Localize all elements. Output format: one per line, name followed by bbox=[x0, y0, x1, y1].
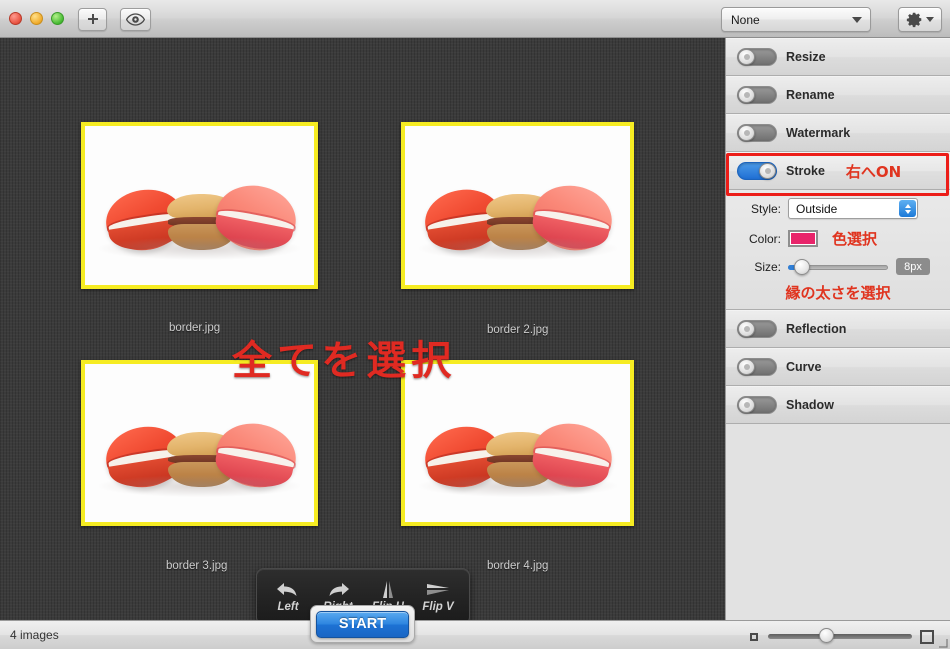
curve-toggle[interactable] bbox=[737, 358, 777, 376]
large-thumbnail-icon[interactable] bbox=[920, 630, 934, 644]
macaron-photo bbox=[85, 364, 314, 522]
annotation-size-select: 縁の太さを選択 bbox=[785, 284, 891, 302]
window-titlebar: None bbox=[0, 0, 950, 38]
resize-grip-icon[interactable] bbox=[936, 636, 948, 648]
stepper-icon[interactable] bbox=[899, 200, 916, 217]
thumbnail-label: border.jpg bbox=[169, 322, 221, 334]
stroke-label: Stroke bbox=[786, 164, 825, 178]
flip-vertical-label: Flip V bbox=[422, 601, 454, 613]
stroke-color-swatch[interactable] bbox=[788, 230, 818, 247]
rotate-left-icon bbox=[277, 583, 297, 596]
annotation-select-all: 全てを選択 bbox=[232, 338, 457, 384]
macaron-pink-icon bbox=[527, 417, 618, 495]
close-button[interactable] bbox=[9, 12, 22, 25]
rotate-right-icon bbox=[329, 583, 349, 596]
stroke-size-slider[interactable] bbox=[788, 258, 888, 275]
thumbnail-image-frame[interactable] bbox=[401, 122, 634, 289]
sidebar-row-curve[interactable]: Curve bbox=[726, 348, 950, 386]
annotation-stroke-on: 右へON bbox=[845, 162, 902, 181]
image-count-label: 4 images bbox=[10, 628, 59, 642]
thumbnail-label: border 4.jpg bbox=[487, 560, 549, 572]
slider-knob[interactable] bbox=[794, 258, 810, 275]
sidebar-row-resize[interactable]: Resize bbox=[726, 38, 950, 76]
rename-label: Rename bbox=[786, 88, 835, 102]
reflection-label: Reflection bbox=[786, 322, 847, 336]
shadow-toggle[interactable] bbox=[737, 396, 777, 414]
start-button-container: START bbox=[310, 605, 415, 643]
macaron-photo bbox=[405, 364, 630, 522]
chevron-down-icon bbox=[852, 17, 862, 23]
chevron-down-icon bbox=[926, 17, 934, 22]
thumbnail-image-frame[interactable] bbox=[81, 122, 318, 289]
watermark-toggle[interactable] bbox=[737, 124, 777, 142]
flip-vertical-icon bbox=[427, 584, 449, 595]
annotation-color-select: 色選択 bbox=[832, 230, 878, 248]
sidebar-row-shadow[interactable]: Shadow bbox=[726, 386, 950, 424]
small-thumbnail-icon[interactable] bbox=[750, 633, 758, 641]
stroke-style-field: Style: Outside bbox=[726, 198, 950, 219]
stroke-style-label: Style: bbox=[750, 201, 781, 216]
zoom-button[interactable] bbox=[51, 12, 64, 25]
resize-toggle[interactable] bbox=[737, 48, 777, 66]
stroke-toggle[interactable] bbox=[737, 162, 777, 180]
settings-menu-button[interactable] bbox=[898, 7, 942, 32]
macaron-photo bbox=[85, 126, 314, 285]
sidebar-row-watermark[interactable]: Watermark bbox=[726, 114, 950, 152]
rename-toggle[interactable] bbox=[737, 86, 777, 104]
stroke-settings-panel: Style: Outside Color: 色選択 Size: 8px 縁の太さ… bbox=[726, 190, 950, 310]
slider-knob[interactable] bbox=[819, 628, 834, 643]
sidebar-row-rename[interactable]: Rename bbox=[726, 76, 950, 114]
toggle-knob bbox=[738, 359, 755, 375]
macaron-pink-icon bbox=[527, 179, 618, 257]
gear-icon bbox=[906, 12, 922, 28]
macaron-pink-icon bbox=[210, 179, 301, 258]
macaron-pink-icon bbox=[210, 416, 301, 495]
stroke-size-label: Size: bbox=[754, 259, 781, 274]
application-window: None border.jpg border 2.jpg border 3.jp… bbox=[0, 0, 950, 649]
toggle-knob bbox=[759, 163, 776, 179]
macaron-photo bbox=[405, 126, 630, 285]
resize-label: Resize bbox=[786, 50, 826, 64]
minimize-button[interactable] bbox=[30, 12, 43, 25]
image-canvas[interactable]: border.jpg border 2.jpg border 3.jpg bor… bbox=[0, 38, 725, 620]
preview-button[interactable] bbox=[120, 8, 151, 31]
watermark-label: Watermark bbox=[786, 126, 851, 140]
slider-track bbox=[768, 634, 912, 639]
rotate-left-button[interactable]: Left bbox=[264, 580, 312, 613]
toggle-knob bbox=[738, 321, 755, 337]
preset-popup-value: None bbox=[731, 12, 760, 27]
thumbnail-zoom-slider[interactable] bbox=[742, 628, 938, 644]
stroke-style-select[interactable]: Outside bbox=[788, 198, 918, 219]
toggle-knob bbox=[738, 49, 755, 65]
sidebar-row-reflection[interactable]: Reflection bbox=[726, 310, 950, 348]
stroke-color-field: Color: 色選択 bbox=[726, 228, 950, 249]
toggle-knob bbox=[738, 125, 755, 141]
status-bar: 4 images bbox=[0, 620, 950, 649]
stroke-color-label: Color: bbox=[748, 231, 781, 246]
stroke-size-field: Size: 8px bbox=[726, 258, 950, 275]
flip-vertical-button[interactable]: Flip V bbox=[414, 580, 462, 613]
stroke-size-value: 8px bbox=[896, 258, 930, 275]
flip-horizontal-icon bbox=[383, 581, 393, 598]
reflection-toggle[interactable] bbox=[737, 320, 777, 338]
add-images-button[interactable] bbox=[78, 8, 107, 31]
toggle-knob bbox=[738, 397, 755, 413]
eye-icon bbox=[126, 13, 145, 26]
sidebar-row-stroke[interactable]: Stroke 右へON bbox=[726, 152, 950, 190]
toggle-knob bbox=[738, 87, 755, 103]
start-button[interactable]: START bbox=[316, 610, 409, 638]
preset-popup-button[interactable]: None bbox=[721, 7, 871, 32]
stroke-style-value: Outside bbox=[796, 201, 838, 216]
thumbnail-label: border 3.jpg bbox=[166, 560, 228, 572]
rotate-left-label: Left bbox=[277, 601, 299, 613]
shadow-label: Shadow bbox=[786, 398, 834, 412]
curve-label: Curve bbox=[786, 360, 822, 374]
thumbnail-label: border 2.jpg bbox=[487, 324, 549, 336]
effects-sidebar: Resize Rename Watermark Stroke 右へON Styl… bbox=[725, 38, 950, 620]
plus-icon bbox=[87, 13, 98, 24]
